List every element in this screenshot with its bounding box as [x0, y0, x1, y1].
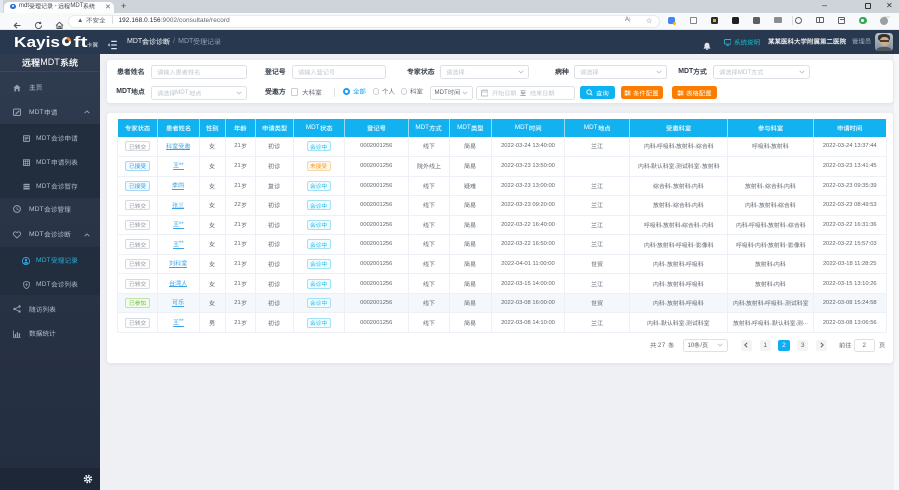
svg-text:ft: ft: [74, 34, 88, 51]
svg-text:Kayis: Kayis: [14, 34, 60, 51]
